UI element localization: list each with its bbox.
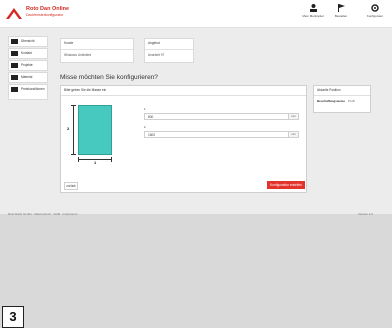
width-field-label: 1: [144, 107, 146, 111]
material-icon: [11, 75, 18, 80]
offer-label: Angebot: [148, 41, 160, 45]
sidebar-item-label: Kontakt: [21, 51, 32, 55]
header-action-configurator[interactable]: Konfigurator: [358, 4, 392, 24]
sidebar-item-contact[interactable]: Kontakt: [8, 48, 48, 59]
divider: [314, 95, 370, 96]
width-dimension-tick: [78, 157, 79, 162]
projects-icon: [11, 63, 18, 68]
width-input-value: 800: [148, 115, 154, 119]
offer-value: Anarbeit 97: [148, 53, 165, 57]
sidebar-item-overview[interactable]: Übersicht: [8, 36, 48, 47]
pricing-icon: [11, 87, 18, 92]
step-number-badge: 3: [2, 306, 24, 328]
sidebar-item-projects[interactable]: Projekte: [8, 60, 48, 71]
height-input-value: 1800: [148, 133, 156, 137]
sidebar-nav: Übersicht Kontakt Projekte Material Prei…: [8, 36, 48, 101]
width-dimension-tick: [111, 157, 112, 162]
width-input[interactable]: 800 mm: [144, 113, 299, 120]
client-value: Windows Unlimited: [64, 53, 92, 57]
header-action-notepad-label: Mein Merkzettel: [302, 14, 324, 18]
sidebar-item-label: Material: [21, 75, 33, 79]
contact-icon: [11, 51, 18, 56]
roto-logo-icon[interactable]: [6, 7, 22, 19]
window-shape-preview: [78, 105, 112, 155]
width-unit: mm: [288, 114, 298, 119]
dimensions-panel: Bitte geben Sie die Masse ein 2 1 1 800 …: [60, 85, 307, 193]
client-card: Kunde Windows Unlimited: [60, 38, 134, 63]
side-panel-row-value: Profil: [348, 99, 355, 103]
gear-icon: [371, 4, 379, 12]
sidebar-item-pricing[interactable]: Preiskonditionen: [8, 84, 48, 100]
home-icon: [11, 39, 18, 44]
width-dimension-label: 1: [94, 160, 97, 165]
brand-name: Roto Dan Online: [26, 6, 70, 12]
page-question: Misse möchten Sie konfigurieren?: [60, 74, 158, 81]
divider: [145, 49, 193, 50]
offer-card: Angebot Anarbeit 97: [144, 38, 194, 63]
footer-version: Version 1.0: [358, 212, 374, 216]
divider: [61, 49, 133, 50]
person-icon: [309, 4, 317, 12]
sidebar-item-label: Preiskonditionen: [21, 87, 45, 91]
client-label: Kunde: [64, 41, 74, 45]
header-action-notepad[interactable]: Mein Merkzettel: [298, 4, 328, 24]
height-dimension-line: [73, 105, 74, 155]
sidebar-item-label: Projekte: [21, 63, 33, 67]
side-panel-row-label: Beschaffungsweise: [317, 99, 346, 103]
height-dimension-tick: [71, 154, 76, 155]
height-field-label: 2: [144, 125, 146, 129]
side-panel-title: Aktuelle Position: [317, 88, 341, 92]
sidebar-item-material[interactable]: Material: [8, 72, 48, 83]
panel-title: Bitte geben Sie die Masse ein: [64, 88, 107, 92]
height-dimension-label: 2: [67, 126, 70, 131]
height-unit: mm: [288, 132, 298, 137]
brand-subtitle: Dachfensterkonfigurator: [26, 13, 64, 17]
app-header: Roto Dan Online Dachfensterkonfigurator …: [0, 0, 392, 28]
create-configuration-button[interactable]: Konfiguration erstellen: [267, 181, 305, 189]
height-input[interactable]: 1800 mm: [144, 131, 299, 138]
footer-links[interactable]: Roto Dach GmbH · Datenschutz · AGB · Imp…: [8, 212, 77, 216]
header-action-order[interactable]: Bestellen: [326, 4, 356, 24]
header-action-configurator-label: Konfigurator: [366, 14, 384, 18]
header-action-order-label: Bestellen: [334, 14, 348, 18]
divider: [61, 95, 306, 96]
height-dimension-tick: [71, 105, 76, 106]
back-button[interactable]: zurück: [64, 182, 78, 190]
flag-icon: [337, 4, 345, 12]
current-position-panel: Aktuelle Position Beschaffungsweise Prof…: [313, 85, 371, 113]
sidebar-item-label: Übersicht: [21, 39, 35, 43]
